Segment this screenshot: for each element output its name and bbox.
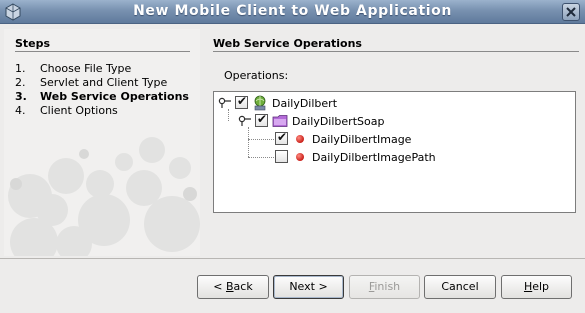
- checkbox-operation[interactable]: ✔: [275, 130, 288, 145]
- help-button[interactable]: Help: [501, 275, 572, 299]
- steps-list: 1. Choose File Type 2. Servlet and Client …: [15, 62, 189, 118]
- step-item: 2. Servlet and Client Type: [15, 76, 189, 90]
- step-item: 4. Client Options: [15, 104, 189, 118]
- step-number: 4.: [15, 104, 26, 117]
- checkbox-service[interactable]: ✔: [235, 94, 248, 109]
- tree-node-port[interactable]: ✔ DailyDilbertSoap: [214, 112, 434, 129]
- step-number: 2.: [15, 76, 26, 89]
- help-button-mnemonic: H: [523, 280, 533, 293]
- next-button[interactable]: Next >: [273, 275, 344, 299]
- steps-panel: Steps 1. Choose File Type 2. Servlet and C…: [4, 29, 200, 256]
- step-label: Web Service Operations: [40, 90, 189, 103]
- web-service-icon: [254, 95, 266, 111]
- step-item-active: 3. Web Service Operations: [15, 90, 189, 104]
- tree-node-label: DailyDilbertSoap: [292, 115, 385, 128]
- operations-label-colon: :: [284, 69, 289, 82]
- operation-dot-icon: [296, 135, 304, 143]
- tree-node-label: DailyDilbert: [272, 97, 338, 110]
- finish-button[interactable]: Finish: [349, 275, 420, 299]
- page-title: Web Service Operations: [213, 37, 362, 50]
- window-title: New Mobile Client to Web Application: [133, 3, 452, 19]
- step-label: Choose File Type: [40, 62, 132, 75]
- operations-tree[interactable]: ✔ DailyDilbert ✔ DailyDilbertSoap ✔ Dail…: [213, 91, 576, 213]
- tree-node-label: DailyDilbertImage: [312, 133, 412, 146]
- step-label: Servlet and Client Type: [40, 76, 168, 89]
- operation-dot-icon: [296, 153, 304, 161]
- close-button[interactable]: [562, 3, 580, 21]
- check-icon: ✔: [257, 112, 268, 126]
- operations-label: Operations:: [224, 69, 288, 82]
- content-divider: [213, 51, 579, 52]
- close-icon: [566, 7, 576, 17]
- tree-node-service[interactable]: ✔ DailyDilbert: [214, 94, 414, 111]
- cancel-button[interactable]: Cancel: [424, 275, 496, 299]
- back-button[interactable]: < Back: [197, 275, 269, 299]
- steps-header: Steps: [15, 37, 51, 50]
- back-button-label: ack: [233, 280, 253, 293]
- folder-icon: [272, 115, 288, 127]
- back-button-mnemonic: B: [226, 280, 234, 293]
- back-button-prefix: <: [213, 280, 226, 293]
- steps-divider: [15, 51, 190, 52]
- step-item: 1. Choose File Type: [15, 62, 189, 76]
- step-number: 1.: [15, 62, 26, 75]
- help-button-label: elp: [532, 280, 550, 293]
- expand-handle-icon[interactable]: [218, 97, 232, 109]
- check-icon: ✔: [237, 94, 248, 108]
- decorative-bubbles-image: [8, 137, 200, 256]
- step-label: Client Options: [40, 104, 118, 117]
- expand-handle-icon[interactable]: [238, 115, 252, 127]
- title-bar[interactable]: New Mobile Client to Web Application: [0, 0, 585, 24]
- step-number: 3.: [15, 90, 27, 103]
- checkbox-port[interactable]: ✔: [255, 112, 268, 127]
- finish-button-label: inish: [374, 280, 401, 293]
- checkbox-operation[interactable]: [275, 150, 288, 163]
- tree-node-operation[interactable]: DailyDilbertImagePath: [214, 149, 474, 165]
- tree-node-operation[interactable]: ✔ DailyDilbertImage: [214, 130, 454, 147]
- operations-label-text: Operations: [224, 69, 285, 82]
- button-bar-divider: [0, 258, 585, 259]
- check-icon: ✔: [277, 130, 288, 144]
- tree-node-label: DailyDilbertImagePath: [312, 151, 436, 164]
